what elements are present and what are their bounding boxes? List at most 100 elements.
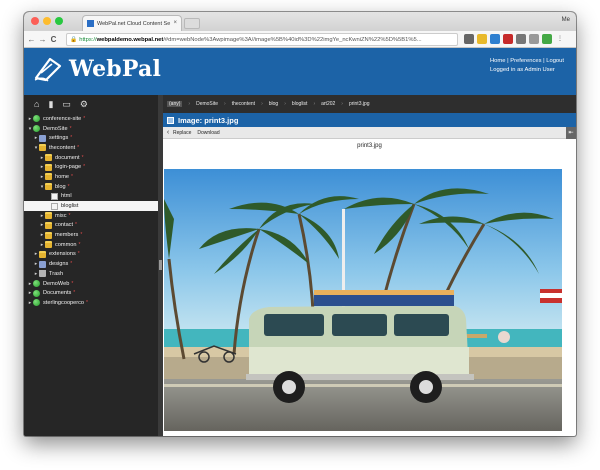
breadcrumb-separator: › [224,101,226,107]
tree-item[interactable]: ▾ DemoSite * [24,124,158,134]
tree-item[interactable]: ▾ thecontent * [24,143,158,153]
modified-marker: * [71,173,73,180]
sidebar-toolbar: ⌂ ▮ ▭ ⚙ [34,99,88,110]
breadcrumb-separator: › [188,101,191,107]
new-tab-button[interactable] [184,18,200,29]
tree-item-label: document [55,154,80,161]
splitter-handle-icon[interactable] [159,260,162,270]
breadcrumb-separator: › [284,101,286,107]
profile-button[interactable]: Me [562,17,570,23]
replace-button[interactable]: Replace [173,130,191,136]
tree-item[interactable]: html [24,192,158,202]
extension-green-icon[interactable] [542,34,552,44]
home-link[interactable]: Home [490,58,505,64]
tree-item[interactable]: ▸ misc * [24,211,158,221]
panel-toolbar: ‹ Replace Download ⇤ [163,127,576,139]
breadcrumb-item[interactable]: (any) [167,101,183,107]
globe-icon [33,289,40,297]
folder-icon [45,221,52,229]
close-tab-icon[interactable]: × [173,20,177,26]
tree-item-label: members [55,232,79,239]
image-filename: print3.jpg [357,143,382,149]
link-separator: | [507,58,509,64]
tree-item[interactable]: ▸ home * [24,172,158,182]
settings-icon [39,134,46,142]
logout-link[interactable]: Logout [546,58,564,64]
tree-item[interactable]: ▸ Documents * [24,288,158,298]
breadcrumb-item[interactable]: art202 [321,101,335,107]
globe-icon [33,299,40,307]
collapse-panel-icon[interactable]: ⇤ [566,127,576,139]
star-bookmark-icon[interactable] [477,34,487,44]
tree-item-label: bloglist [61,203,79,210]
folder-icon [45,173,52,181]
download-button[interactable]: Download [197,130,219,136]
webpal-logo[interactable]: WebPal [33,56,161,82]
menu-dots-icon[interactable]: ⋮ [555,34,565,44]
breadcrumb-item[interactable]: print3.jpg [349,101,370,107]
folder-icon [39,250,46,258]
browser-window: WebPal.net Cloud Content Se × Me ← → C 🔒… [24,12,576,436]
tree-item-label: thecontent [49,144,76,151]
breadcrumb-item[interactable]: thecontent [232,101,255,107]
folder-icon [39,144,46,152]
back-arrow-icon[interactable]: ← [26,35,37,44]
back-chevron-icon[interactable]: ‹ [163,129,173,136]
minimize-window-button[interactable] [43,17,51,25]
forward-arrow-icon[interactable]: → [37,35,48,44]
url-bar[interactable]: 🔒 https:// webpaldemo.webpal.net /#dm=we… [66,33,458,46]
header-links: Home | Preferences | Logout Logged in as… [490,57,564,75]
filter-extension-icon[interactable] [464,34,474,44]
preferences-link[interactable]: Preferences [510,58,541,64]
breadcrumb-item[interactable]: DemoSite [196,101,218,107]
tree-item[interactable]: ▸ contact * [24,221,158,231]
reload-icon[interactable]: C [48,35,59,44]
address-toolbar: ← → C 🔒 https:// webpaldemo.webpal.net /… [24,31,576,48]
modified-marker: * [75,222,77,229]
globe-icon [33,115,40,123]
tree-item[interactable]: ▸ conference-site * [24,114,158,124]
tree-item[interactable]: ▾ blog * [24,182,158,192]
modified-marker: * [70,135,73,142]
folder-icon [45,183,52,191]
document-icon[interactable]: ▮ [48,99,53,110]
tree-item-label: designs [49,261,69,268]
tree-item-label: common [55,241,77,248]
gear-icon[interactable]: ⚙ [80,99,88,110]
extension-icons: ⋮ [464,34,565,44]
breadcrumb-item[interactable]: blog [269,101,278,107]
browser-tab[interactable]: WebPal.net Cloud Content Se × [82,15,182,31]
extension-blue-icon[interactable] [490,34,500,44]
tree-item-label: sterlingcooperco [43,299,85,306]
globe-icon [33,280,40,288]
trash-icon [39,270,46,278]
modified-marker: * [71,280,74,287]
tree-item[interactable]: ▸ designs * [24,259,158,269]
tree-item[interactable]: ▸ common * [24,240,158,250]
tree-item[interactable]: ▸ members * [24,230,158,240]
extension-grey-icon[interactable] [529,34,539,44]
tree-item[interactable]: ▸ sterlingcooperco * [24,298,158,308]
home-icon[interactable]: ⌂ [34,99,39,110]
page-icon [51,202,58,210]
tree-item[interactable]: ▸ settings * [24,133,158,143]
settings-icon [39,260,46,268]
login-status: Logged in as Admin User [490,67,555,73]
close-window-button[interactable] [31,17,39,25]
zoom-window-button[interactable] [55,17,63,25]
monitor-icon[interactable]: ▭ [62,99,71,110]
tree-item[interactable]: ▸ document * [24,153,158,163]
breadcrumb-item[interactable]: bloglist [292,101,308,107]
tree-item[interactable]: ▸ Trash [24,269,158,279]
image-icon [167,116,174,124]
breadcrumb: (any) › DemoSite › thecontent › blog › bloglist ›… [163,99,576,109]
tree-item[interactable]: ▸ extensions * [24,250,158,260]
extension-red-icon[interactable] [503,34,513,44]
tree-item[interactable]: ▸ login-page * [24,162,158,172]
folder-icon [45,154,52,162]
cast-icon[interactable] [516,34,526,44]
tree-item-label: extensions [49,251,76,258]
tree-item[interactable]: ▸ DemoWeb * [24,279,158,289]
tree-item[interactable]: bloglist [24,201,158,211]
breadcrumb-separator: › [313,101,316,107]
